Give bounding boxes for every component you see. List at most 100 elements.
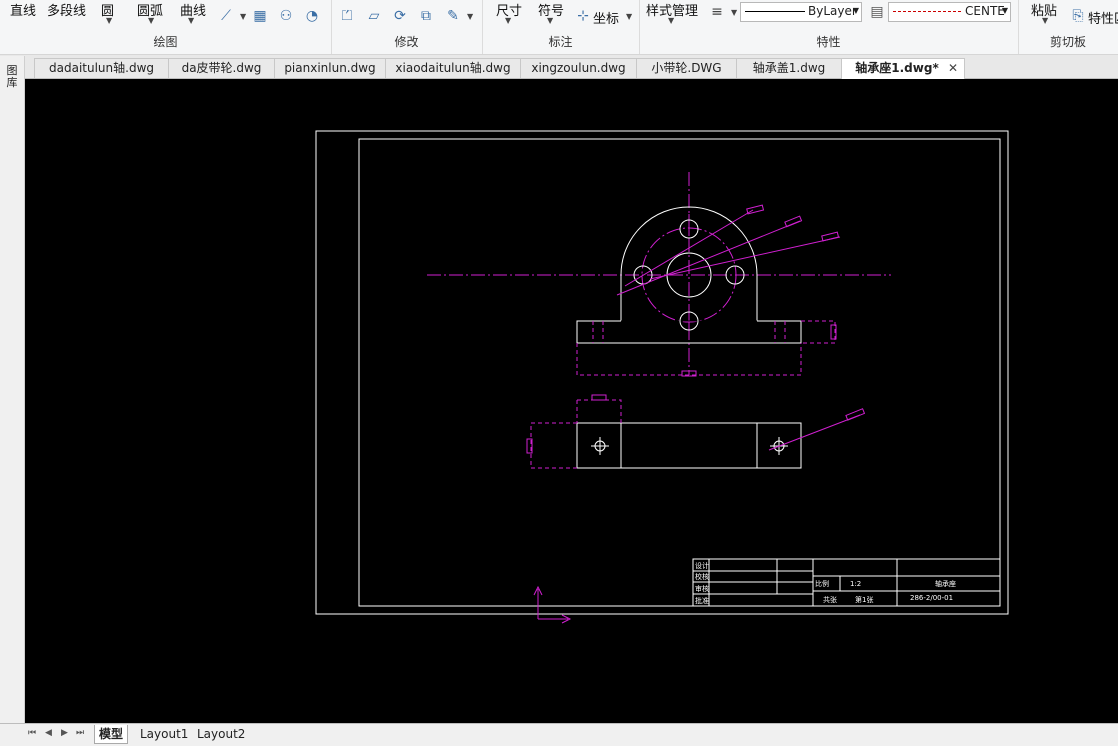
dimension-extension bbox=[801, 320, 836, 344]
last-layout-icon[interactable]: ⏭ bbox=[76, 728, 84, 738]
centerline-value: CENTE bbox=[965, 4, 1005, 18]
reviewer-label: 审核 bbox=[695, 584, 709, 593]
centerline-sample bbox=[893, 11, 961, 12]
mirror-icon[interactable]: ⏍ bbox=[339, 8, 355, 24]
hatch-icon[interactable]: ▦ bbox=[252, 8, 268, 24]
match-properties-button[interactable]: 特性匹 bbox=[1088, 8, 1118, 27]
designer-label: 设计 bbox=[695, 561, 709, 570]
tab-layout1[interactable]: Layout1 bbox=[136, 725, 192, 743]
top-view-outline bbox=[576, 422, 802, 469]
centerline-select[interactable]: CENTE ▼ bbox=[888, 2, 1011, 22]
clipboard-group-title: 剪切板 bbox=[1049, 35, 1086, 49]
scale-value: 1:2 bbox=[850, 580, 861, 588]
properties-group-title: 特性 bbox=[816, 35, 841, 49]
stretch-icon[interactable]: ▱ bbox=[366, 8, 382, 24]
tab-dadaitulun[interactable]: dadaitulun轴.dwg bbox=[34, 58, 169, 78]
next-layout-icon[interactable]: ▶ bbox=[61, 728, 68, 738]
modify-group-title: 修改 bbox=[394, 35, 419, 49]
chevron-down-icon[interactable]: ▼ bbox=[505, 16, 511, 25]
match-properties-icon[interactable]: ⎘ bbox=[1070, 8, 1086, 24]
tab-pianxinlun[interactable]: pianxinlun.dwg bbox=[274, 58, 386, 78]
ribbon: 直线 多段线 圆 圆弧 曲线 ▼ ▼ ▼ ⟋ ▼ ▦ ⚇ ◔ 绘图 ⏍ ▱ ⟳ … bbox=[0, 0, 1118, 55]
polyline-button[interactable]: 多段线 bbox=[47, 0, 86, 19]
library-label: 图库 bbox=[6, 64, 18, 89]
tab-label: 轴承盖1.dwg bbox=[752, 61, 826, 75]
tab-label: pianxinlun.dwg bbox=[284, 61, 376, 75]
tab-label: xingzoulun.dwg bbox=[531, 61, 626, 75]
chevron-down-icon[interactable]: ▼ bbox=[467, 12, 473, 21]
tab-zhouchenggai[interactable]: 轴承盖1.dwg bbox=[736, 58, 842, 78]
drawing-frame bbox=[358, 138, 1001, 607]
linetype-select[interactable]: ByLayer ▼ bbox=[740, 2, 862, 22]
ucs-icon bbox=[533, 585, 572, 624]
linetype-value: ByLayer bbox=[808, 4, 857, 18]
leader-tag bbox=[821, 231, 840, 242]
tab-label: da皮带轮.dwg bbox=[181, 61, 262, 75]
chevron-down-icon: ▼ bbox=[852, 6, 859, 15]
tab-xingzoulun[interactable]: xingzoulun.dwg bbox=[520, 58, 637, 78]
close-icon[interactable]: ✕ bbox=[948, 59, 958, 78]
sheet-number-label: 第1张 bbox=[855, 595, 873, 604]
title-block: 设计 校核 审核 批准 比例 1:2 轴承座 共张 第1张 286-2/00-0… bbox=[692, 558, 1001, 607]
edit-icon[interactable]: ✎ bbox=[445, 8, 461, 24]
tab-label: 小带轮.DWG bbox=[651, 61, 722, 75]
coordinate-icon[interactable]: ⊹ bbox=[575, 8, 591, 24]
first-layout-icon[interactable]: ⏮ bbox=[28, 728, 36, 738]
tab-xiaodailun[interactable]: 小带轮.DWG bbox=[636, 58, 737, 78]
tab-model[interactable]: 模型 bbox=[94, 725, 129, 744]
leader-line bbox=[616, 220, 801, 296]
dimension-extension bbox=[577, 399, 622, 423]
layout-tab-bar: ⏮ ◀ ▶ ⏭ 模型 Layout1 Layout2 bbox=[0, 723, 1118, 746]
tab-xiaodaitulun[interactable]: xiaodaitulun轴.dwg bbox=[385, 58, 521, 78]
scale-label: 比例 bbox=[815, 579, 829, 588]
line-button[interactable]: 直线 bbox=[10, 0, 36, 19]
part-name: 轴承座 bbox=[935, 579, 956, 588]
tab-layout2[interactable]: Layout2 bbox=[193, 725, 249, 743]
drawing-canvas[interactable]: 设计 校核 审核 批准 比例 1:2 轴承座 共张 第1张 286-2/00-0… bbox=[25, 79, 1118, 723]
region-icon[interactable]: ⚇ bbox=[278, 8, 294, 24]
document-tabs: dadaitulun轴.dwg da皮带轮.dwg pianxinlun.dwg… bbox=[0, 55, 1118, 79]
lineweight-icon[interactable]: ≡ bbox=[709, 4, 725, 20]
prev-layout-icon[interactable]: ◀ bbox=[45, 728, 52, 738]
chevron-down-icon[interactable]: ▼ bbox=[188, 16, 194, 25]
leader-line bbox=[768, 414, 861, 451]
tab-dapidailun[interactable]: da皮带轮.dwg bbox=[168, 58, 275, 78]
drawing-number: 286-2/00-01 bbox=[910, 594, 953, 602]
properties-group: 样式管理 ▼ ≡ ▼ ByLayer ▼ ▤ CENTE ▼ 特性 bbox=[639, 0, 1019, 54]
approver-label: 批准 bbox=[695, 596, 709, 605]
front-view bbox=[427, 172, 891, 377]
annotate-group-title: 标注 bbox=[548, 35, 573, 49]
leader-tag bbox=[845, 408, 866, 421]
chevron-down-icon[interactable]: ▼ bbox=[148, 16, 154, 25]
dimension-extension bbox=[530, 422, 577, 469]
modify-group: ⏍ ▱ ⟳ ⧉ ✎ ▼ 修改 bbox=[331, 0, 483, 54]
tab-zhouchengzuo[interactable]: 轴承座1.dwg* ✕ bbox=[841, 58, 965, 79]
top-view bbox=[526, 394, 866, 469]
chevron-down-icon[interactable]: ▼ bbox=[106, 16, 112, 25]
checker-label: 校核 bbox=[695, 572, 709, 581]
sheet-count-label: 共张 bbox=[823, 595, 837, 604]
tab-label: dadaitulun轴.dwg bbox=[49, 61, 154, 75]
coordinate-button[interactable]: 坐标 bbox=[593, 8, 619, 27]
chevron-down-icon[interactable]: ▼ bbox=[668, 16, 674, 25]
chevron-down-icon: ▼ bbox=[1001, 6, 1008, 15]
linetype-icon[interactable]: ▤ bbox=[869, 4, 885, 20]
linetype-sample bbox=[745, 11, 805, 12]
boundary-icon[interactable]: ◔ bbox=[304, 8, 320, 24]
drawing-svg: 设计 校核 审核 批准 比例 1:2 轴承座 共张 第1张 286-2/00-0… bbox=[315, 130, 1009, 624]
chevron-down-icon[interactable]: ▼ bbox=[547, 16, 553, 25]
clipboard-group: 粘贴 ▼ ⎘ 特性匹 剪切板 bbox=[1018, 0, 1118, 54]
paper-border bbox=[315, 130, 1009, 615]
chevron-down-icon[interactable]: ▼ bbox=[1042, 16, 1048, 25]
ray-icon[interactable]: ⟋ bbox=[218, 8, 234, 24]
rotate-icon[interactable]: ⟳ bbox=[392, 8, 408, 24]
array-icon[interactable]: ⧉ bbox=[418, 8, 434, 24]
library-panel-strip[interactable]: 图库 bbox=[0, 56, 25, 724]
draw-group-title: 绘图 bbox=[153, 35, 178, 49]
chevron-down-icon[interactable]: ▼ bbox=[731, 8, 737, 17]
chevron-down-icon[interactable]: ▼ bbox=[240, 12, 246, 21]
chevron-down-icon[interactable]: ▼ bbox=[626, 12, 632, 21]
dimension-tick bbox=[591, 394, 607, 401]
draw-group: 直线 多段线 圆 圆弧 曲线 ▼ ▼ ▼ ⟋ ▼ ▦ ⚇ ◔ 绘图 bbox=[0, 0, 332, 54]
tab-label: 轴承座1.dwg* bbox=[855, 61, 939, 75]
